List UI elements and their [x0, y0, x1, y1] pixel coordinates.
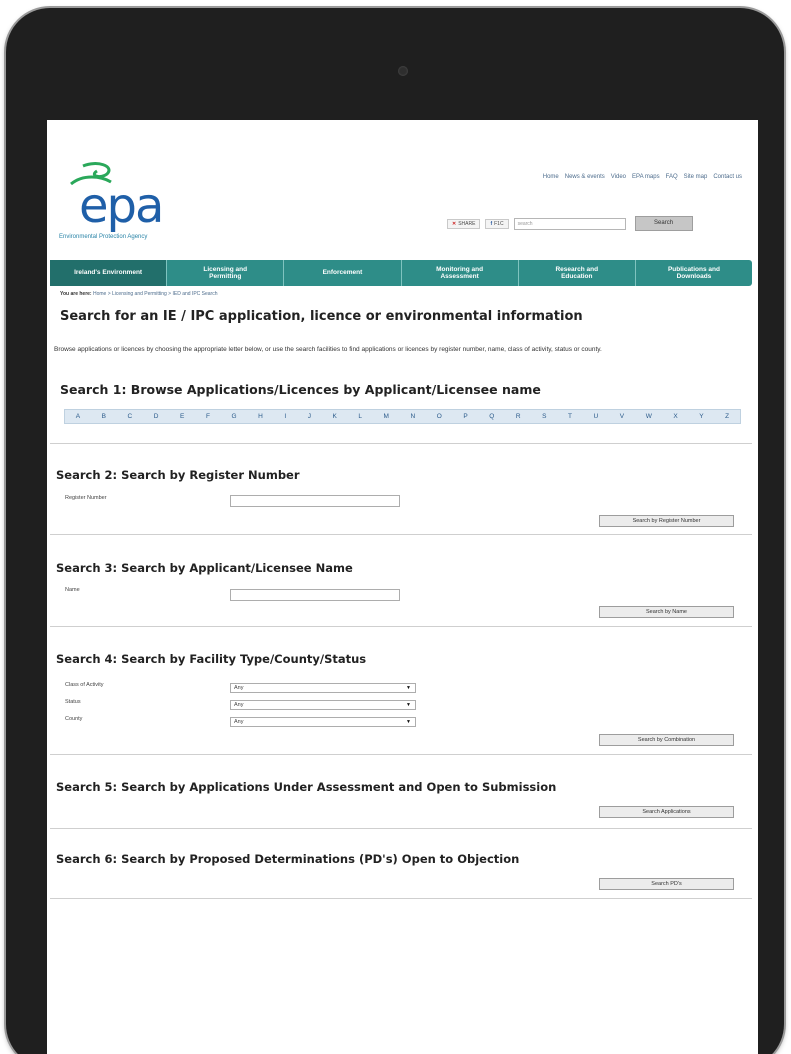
facebook-button[interactable]: f F1C: [485, 218, 509, 229]
search-by-register-number-button[interactable]: Search by Register Number: [599, 515, 734, 527]
letter-k[interactable]: K: [332, 413, 336, 420]
search6-heading: Search 6: Search by Proposed Determinati…: [56, 852, 520, 866]
nav-publications-downloads[interactable]: Publications and Downloads: [636, 260, 752, 286]
breadcrumb-trail[interactable]: Home > Licensing and Permitting > IED an…: [93, 291, 218, 297]
section-divider: [50, 534, 752, 535]
main-nav: Ireland's Environment Licensing and Perm…: [50, 260, 752, 286]
link-news-events[interactable]: News & events: [565, 174, 605, 180]
county-value: Any: [234, 719, 244, 725]
status-value: Any: [234, 702, 244, 708]
search-pds-button[interactable]: Search PD's: [599, 878, 734, 890]
search1-heading: Search 1: Browse Applications/Licences b…: [60, 382, 541, 397]
letter-v[interactable]: V: [620, 413, 624, 420]
letter-c[interactable]: C: [128, 413, 133, 420]
epa-logo[interactable]: epa Environmental Protection Agency: [59, 162, 199, 242]
section-divider: [50, 443, 752, 444]
nav-monitoring-assessment[interactable]: Monitoring and Assessment: [402, 260, 519, 286]
page-title: Search for an IE / IPC application, lice…: [60, 309, 583, 324]
class-of-activity-select[interactable]: Any ▼: [230, 683, 416, 693]
letter-q[interactable]: Q: [489, 413, 494, 420]
browser-screen: epa Environmental Protection Agency Home…: [47, 120, 758, 1054]
site-search-input[interactable]: search: [513, 217, 626, 230]
site-search-button[interactable]: Search: [634, 216, 693, 231]
nav-licensing-permitting[interactable]: Licensing and Permitting: [167, 260, 285, 286]
register-number-label: Register Number: [65, 495, 107, 501]
name-input[interactable]: [230, 589, 400, 601]
class-of-activity-value: Any: [234, 685, 244, 691]
letter-l[interactable]: L: [358, 413, 362, 420]
logo-wordmark: epa: [79, 178, 164, 234]
letter-j[interactable]: J: [308, 413, 311, 420]
letter-o[interactable]: O: [437, 413, 442, 420]
nav-irelands-environment[interactable]: Ireland's Environment: [50, 260, 168, 286]
search5-heading: Search 5: Search by Applications Under A…: [56, 780, 557, 794]
dropdown-arrow-icon: ▼: [406, 702, 411, 708]
search-applications-button[interactable]: Search Applications: [599, 806, 734, 818]
letter-t[interactable]: T: [568, 413, 572, 420]
name-label: Name: [65, 587, 80, 593]
letter-x[interactable]: X: [673, 413, 677, 420]
section-divider: [50, 754, 752, 755]
search2-heading: Search 2: Search by Register Number: [56, 468, 300, 482]
share-search-row: ✕ SHARE f F1C search Search: [447, 216, 693, 231]
letter-m[interactable]: M: [384, 413, 389, 420]
county-label: County: [65, 716, 83, 722]
nav-research-education[interactable]: Research and Education: [519, 260, 636, 286]
status-label: Status: [65, 699, 81, 705]
facebook-icon: f: [490, 220, 493, 227]
status-select[interactable]: Any ▼: [230, 700, 416, 710]
x-icon: ✕: [452, 220, 457, 227]
tablet-frame: epa Environmental Protection Agency Home…: [6, 8, 784, 1054]
search3-heading: Search 3: Search by Applicant/Licensee N…: [56, 561, 353, 575]
link-video[interactable]: Video: [611, 174, 626, 180]
letter-u[interactable]: U: [594, 413, 599, 420]
search-by-name-button[interactable]: Search by Name: [599, 606, 734, 618]
letter-d[interactable]: D: [154, 413, 159, 420]
section-divider: [50, 898, 752, 899]
section-divider: [50, 828, 752, 829]
letter-f[interactable]: F: [206, 413, 210, 420]
intro-text: Browse applications or licences by choos…: [54, 346, 602, 353]
letter-i[interactable]: I: [284, 413, 286, 420]
share-button[interactable]: ✕ SHARE: [447, 218, 481, 229]
link-home[interactable]: Home: [543, 174, 559, 180]
camera-icon: [398, 66, 408, 76]
utility-links: Home News & events Video EPA maps FAQ Si…: [543, 174, 742, 180]
letter-e[interactable]: E: [180, 413, 184, 420]
search-by-combination-button[interactable]: Search by Combination: [599, 734, 734, 746]
letter-g[interactable]: G: [231, 413, 236, 420]
letter-w[interactable]: W: [646, 413, 652, 420]
dropdown-arrow-icon: ▼: [406, 685, 411, 691]
facebook-label: F1C: [494, 220, 504, 227]
letter-s[interactable]: S: [542, 413, 546, 420]
letter-a[interactable]: A: [76, 413, 80, 420]
letter-b[interactable]: B: [102, 413, 106, 420]
search4-heading: Search 4: Search by Facility Type/County…: [56, 652, 367, 666]
letter-n[interactable]: N: [411, 413, 416, 420]
letter-p[interactable]: P: [463, 413, 467, 420]
letter-r[interactable]: R: [516, 413, 521, 420]
county-select[interactable]: Any ▼: [230, 717, 416, 727]
section-divider: [50, 626, 752, 627]
register-number-input[interactable]: [230, 495, 400, 507]
link-faq[interactable]: FAQ: [666, 174, 678, 180]
logo-tagline: Environmental Protection Agency: [59, 234, 148, 240]
link-site-map[interactable]: Site map: [684, 174, 708, 180]
letter-z[interactable]: Z: [725, 413, 729, 420]
nav-enforcement[interactable]: Enforcement: [284, 260, 402, 286]
breadcrumb-prefix: You are here:: [60, 291, 92, 297]
letter-h[interactable]: H: [258, 413, 263, 420]
letter-y[interactable]: Y: [699, 413, 703, 420]
link-epa-maps[interactable]: EPA maps: [632, 174, 660, 180]
breadcrumb: You are here: Home > Licensing and Permi…: [60, 291, 218, 297]
link-contact-us[interactable]: Contact us: [713, 174, 742, 180]
share-label: SHARE: [458, 220, 476, 227]
alphabet-bar: A B C D E F G H I J K L M N O P Q R S T …: [64, 409, 741, 424]
class-of-activity-label: Class of Activity: [65, 682, 104, 688]
dropdown-arrow-icon: ▼: [406, 719, 411, 725]
